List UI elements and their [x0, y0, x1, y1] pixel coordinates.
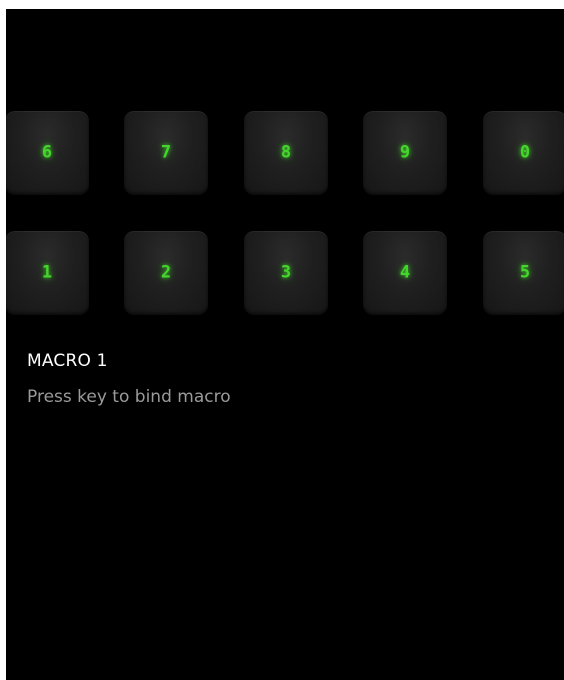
key-label: 9: [399, 142, 411, 163]
key-label: 4: [399, 262, 411, 283]
key-8[interactable]: 8: [244, 111, 328, 195]
key-label: 7: [160, 142, 172, 163]
keypad-row-bottom: 1 2 3 4 5: [6, 231, 564, 317]
key-label: 8: [280, 142, 292, 163]
key-label: 3: [280, 262, 292, 283]
macro-keypad-panel: 6 7 8 9 0 1 2 3 4 5 MACRO 1 Press key to…: [6, 9, 564, 680]
key-1[interactable]: 1: [6, 231, 89, 315]
key-3[interactable]: 3: [244, 231, 328, 315]
key-label: 2: [160, 262, 172, 283]
key-6[interactable]: 6: [6, 111, 89, 195]
key-2[interactable]: 2: [124, 231, 208, 315]
key-9[interactable]: 9: [363, 111, 447, 195]
key-label: 6: [41, 142, 53, 163]
key-label: 0: [519, 142, 531, 163]
macro-bind-hint: Press key to bind macro: [27, 387, 231, 407]
key-label: 5: [519, 262, 531, 283]
key-7[interactable]: 7: [124, 111, 208, 195]
key-4[interactable]: 4: [363, 231, 447, 315]
key-0[interactable]: 0: [483, 111, 564, 195]
key-label: 1: [41, 262, 53, 283]
key-5[interactable]: 5: [483, 231, 564, 315]
keypad-row-top: 6 7 8 9 0: [6, 111, 564, 197]
macro-title: MACRO 1: [27, 351, 108, 371]
